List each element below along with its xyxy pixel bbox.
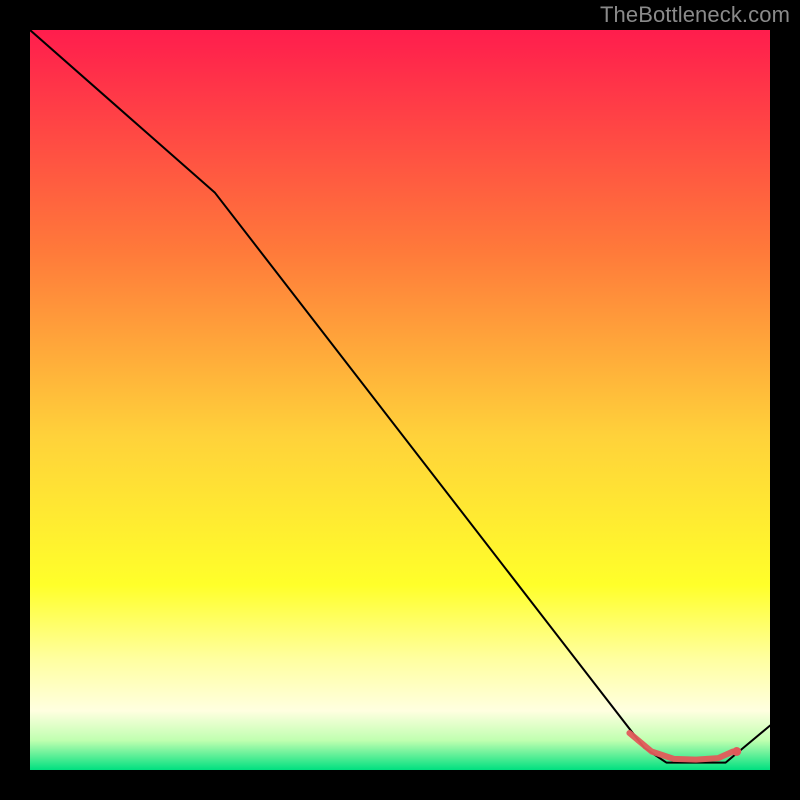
chart-container: TheBottleneck.com [0, 0, 800, 800]
plot-area [30, 30, 770, 770]
source-attribution: TheBottleneck.com [600, 2, 790, 28]
chart-svg [30, 30, 770, 770]
